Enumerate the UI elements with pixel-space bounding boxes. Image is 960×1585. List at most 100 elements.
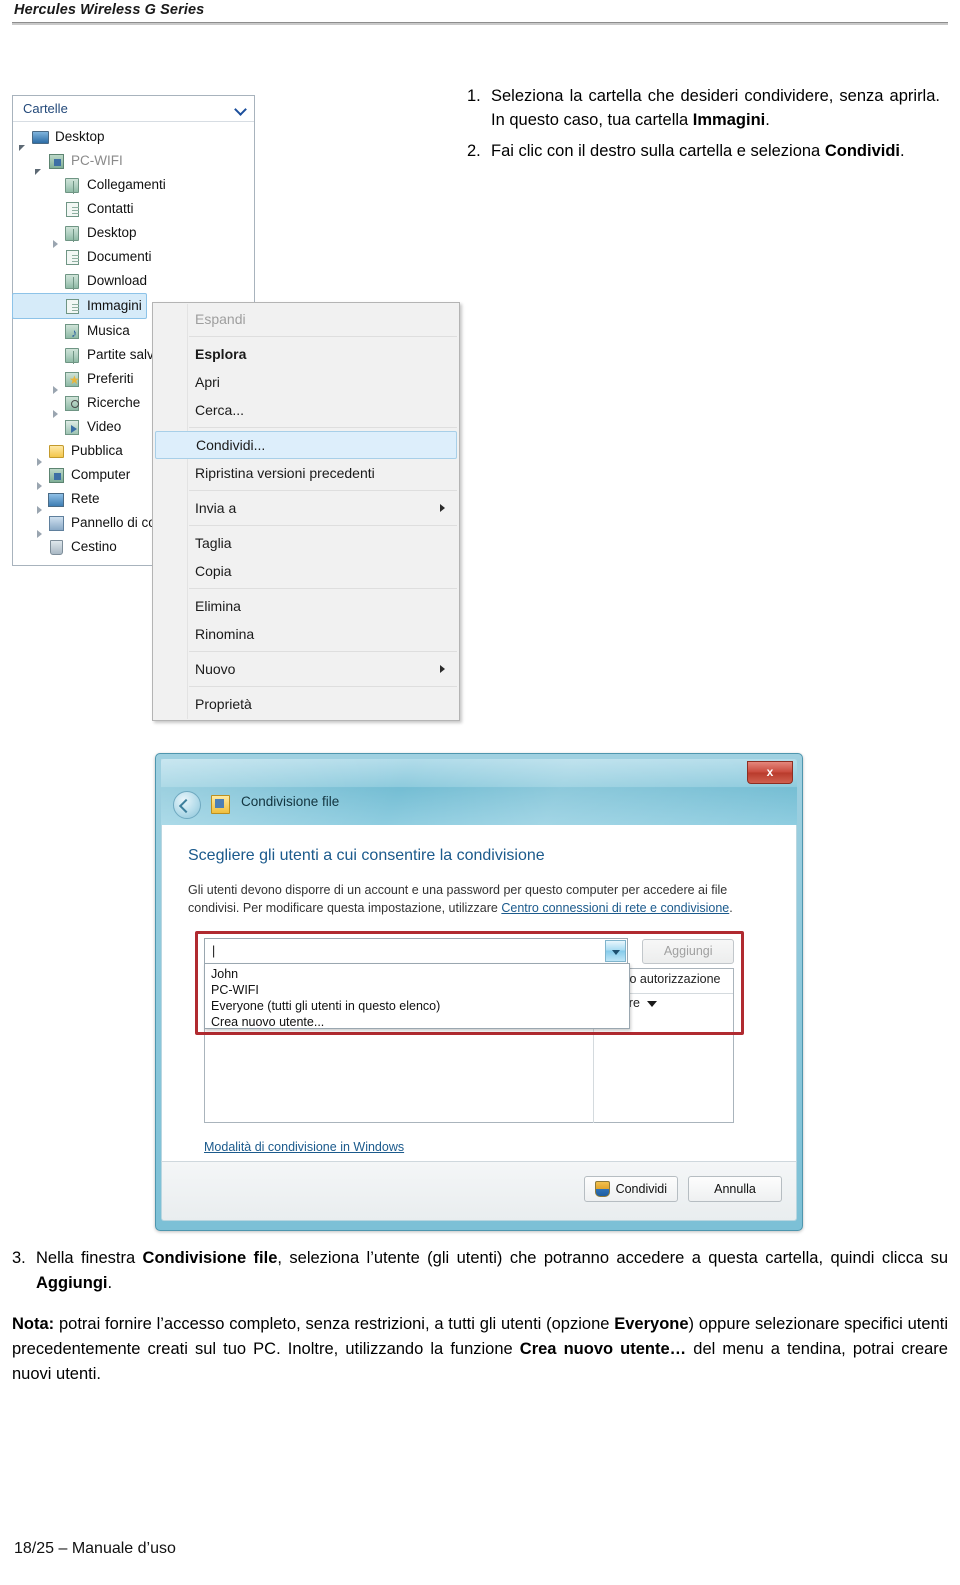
back-arrow-icon[interactable] xyxy=(173,791,201,819)
chevron-down-icon[interactable] xyxy=(605,940,627,962)
dialog-heading: Scegliere gli utenti a cui consentire la… xyxy=(188,847,545,864)
folder-icon-glyph xyxy=(65,347,79,364)
context-menu-item-invia-a[interactable]: Invia a xyxy=(153,494,459,522)
emphasis-text: Crea nuovo utente… xyxy=(519,1340,687,1358)
tree-item-desktop[interactable]: Desktop xyxy=(13,125,254,151)
contacts-icon-glyph xyxy=(66,201,79,217)
context-menu-separator xyxy=(189,427,457,428)
user-dropdown-list[interactable]: John PC-WIFI Everyone (tutti gli utenti in… xyxy=(204,963,630,1029)
tree-item-collegamenti[interactable]: Collegamenti xyxy=(13,173,254,197)
folder-icon xyxy=(63,273,82,290)
computer-icon xyxy=(47,153,66,170)
screenshot-crop-patch-4 xyxy=(0,88,12,608)
context-menu-item-taglia[interactable]: Taglia xyxy=(153,529,459,557)
tree-item-pc-wifi[interactable]: PC-WIFI xyxy=(13,149,254,175)
context-menu-separator xyxy=(189,525,457,526)
user-combo-value: | xyxy=(212,944,216,958)
tree-item-contatti[interactable]: Contatti xyxy=(13,197,254,221)
context-menu-item-label: Espandi xyxy=(195,311,246,327)
tree-item-documenti[interactable]: Documenti xyxy=(13,245,254,269)
context-menu-item-ripristina-versioni-precedenti[interactable]: Ripristina versioni precedenti xyxy=(153,459,459,487)
context-menu-item-copia[interactable]: Copia xyxy=(153,557,459,585)
video-icon xyxy=(63,419,82,436)
tree-item-label: Pubblica xyxy=(71,443,123,458)
cancel-button[interactable]: Annulla xyxy=(688,1176,782,1202)
context-menu-item-label: Elimina xyxy=(195,598,241,614)
monitor-icon-glyph xyxy=(32,130,49,144)
user-combo-input[interactable]: | xyxy=(204,938,629,964)
tree-item-label: Desktop xyxy=(87,225,137,240)
context-menu-item-condividi[interactable]: Condividi... xyxy=(155,431,457,459)
dropdown-option-everyone-tutti-gli-utenti-in-questo-elenco[interactable]: Everyone (tutti gli utenti in questo ele… xyxy=(211,998,629,1014)
header-divider xyxy=(12,22,948,25)
windows-sharing-mode-link[interactable]: Modalità di condivisione in Windows xyxy=(204,1140,404,1154)
dropdown-option-pc-wifi[interactable]: PC-WIFI xyxy=(211,982,629,998)
body-text: . xyxy=(900,142,905,160)
context-menu-item-rinomina[interactable]: Rinomina xyxy=(153,620,459,648)
user-select-row[interactable]: | Aggiungi xyxy=(204,938,734,964)
monitor-icon xyxy=(31,129,50,146)
submenu-arrow-icon xyxy=(440,504,445,512)
document-header: Hercules Wireless G Series xyxy=(0,0,960,26)
context-menu-item-label: Rinomina xyxy=(195,626,255,642)
screenshot-crop-patch-1 xyxy=(285,88,403,168)
dropdown-option-john[interactable]: John xyxy=(211,966,629,982)
favorites-icon-glyph xyxy=(65,371,80,389)
dialog-title: Condivisione file xyxy=(241,794,340,809)
tree-item-label: Video xyxy=(87,419,122,434)
share-button[interactable]: Condividi xyxy=(583,1176,678,1202)
step-3-number: 3. xyxy=(12,1249,26,1267)
folder-tree-title: Cartelle xyxy=(23,101,68,116)
tree-item-download[interactable]: Download xyxy=(13,269,254,293)
tree-item-immagini[interactable]: Immagini xyxy=(12,293,147,319)
context-menu-separator xyxy=(189,490,457,491)
control-panel-icon-glyph xyxy=(49,515,64,531)
context-menu-item-elimina[interactable]: Elimina xyxy=(153,592,459,620)
emphasis-text: Condivisione file xyxy=(142,1249,278,1267)
context-menu-item-propriet[interactable]: Proprietà xyxy=(153,690,459,718)
tree-item-label: Immagini xyxy=(87,298,142,313)
share-button-label: Condividi xyxy=(615,1182,667,1196)
public-folder-icon-glyph xyxy=(49,444,64,458)
tree-item-label: Musica xyxy=(87,323,130,338)
emphasis-text: Everyone xyxy=(614,1315,689,1333)
tree-item-label: Computer xyxy=(71,467,131,482)
computer-icon-glyph xyxy=(49,467,64,483)
step-2-row: 2. Fai clic con il destro sulla cartella … xyxy=(467,139,940,163)
page-footer: 18/25 – Manuale d’uso xyxy=(14,1540,176,1557)
screenshot-crop-patch-2 xyxy=(256,88,286,296)
chevron-down-icon[interactable] xyxy=(647,1000,658,1007)
context-menu-item-label: Ripristina versioni precedenti xyxy=(195,465,375,481)
dialog-description-line1: Gli utenti devono disporre di un account… xyxy=(188,883,728,897)
favorites-icon xyxy=(63,371,82,389)
tree-item-desktop[interactable]: Desktop xyxy=(13,221,254,248)
submenu-arrow-icon xyxy=(440,665,445,673)
chevron-down-icon[interactable] xyxy=(234,102,248,116)
close-button[interactable]: x xyxy=(747,761,793,784)
uac-shield-icon xyxy=(594,1181,610,1197)
context-menu-item-cerca[interactable]: Cerca... xyxy=(153,396,459,424)
public-folder-icon xyxy=(47,443,66,460)
add-user-button[interactable]: Aggiungi xyxy=(642,938,734,964)
step-1-row: 1. Seleziona la cartella che desideri con… xyxy=(467,84,940,132)
step-1-text: Seleziona la cartella che desideri condi… xyxy=(491,84,940,132)
context-menu-item-esplora[interactable]: Esplora xyxy=(153,340,459,368)
context-menu-item-apri[interactable]: Apri xyxy=(153,368,459,396)
dialog-description: Gli utenti devono disporre di un account… xyxy=(188,881,768,917)
dialog-footer: Condividi Annulla xyxy=(161,1161,797,1221)
dropdown-option-crea-nuovo-utente[interactable]: Crea nuovo utente... xyxy=(211,1014,629,1030)
tree-item-label: PC-WIFI xyxy=(71,153,123,168)
context-menu-item-label: Copia xyxy=(195,563,232,579)
documents-icon xyxy=(63,249,82,266)
context-menu[interactable]: Espandi Esplora Apri Cerca... Condividi... Ri… xyxy=(152,302,460,721)
recycle-bin-icon-glyph xyxy=(50,539,63,555)
step-3-text: Nella finestra Condivisione file, selezi… xyxy=(36,1246,948,1296)
context-menu-item-label: Proprietà xyxy=(195,696,252,712)
context-menu-item-label: Cerca... xyxy=(195,402,245,418)
music-icon-glyph xyxy=(65,323,79,341)
context-menu-item-nuovo[interactable]: Nuovo xyxy=(153,655,459,683)
folder-icon xyxy=(63,347,82,364)
network-sharing-center-link[interactable]: Centro connessioni di rete e condivision… xyxy=(501,901,729,915)
searches-icon xyxy=(63,395,82,412)
dialog-description-line2: condivisi. Per modificare questa imposta… xyxy=(188,901,502,915)
